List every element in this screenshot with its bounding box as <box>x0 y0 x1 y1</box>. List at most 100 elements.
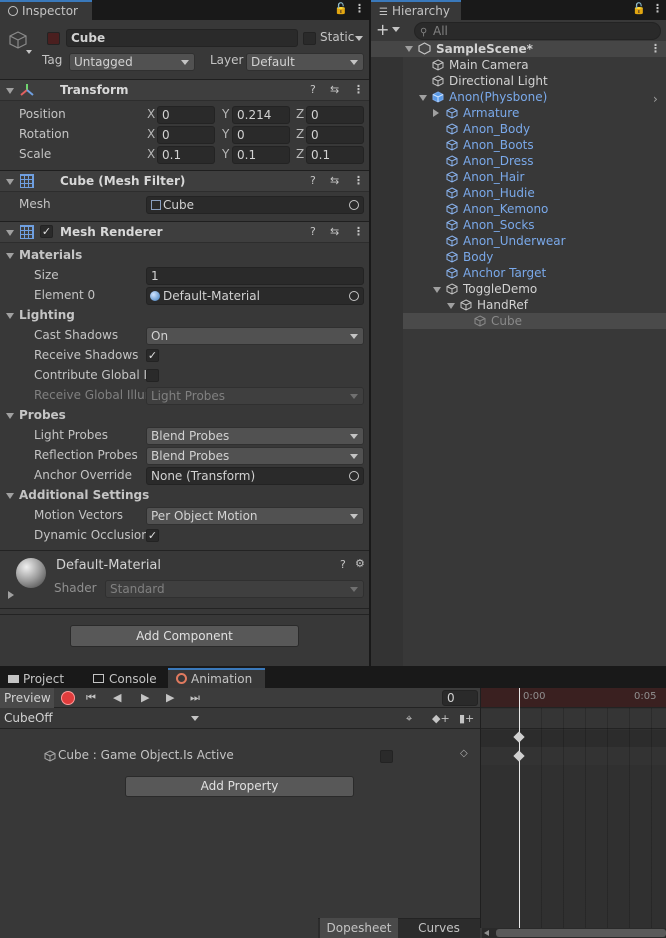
transform-x-field[interactable]: 0 <box>157 106 215 124</box>
last-keyframe-icon[interactable]: ⏭ <box>190 692 200 704</box>
hierarchy-item-anon-hair[interactable] <box>403 169 666 185</box>
hierarchy-fold-hand-ref[interactable] <box>447 303 455 309</box>
hierarchy-item-anon-boots[interactable] <box>403 137 666 153</box>
transform-x-field[interactable]: 0 <box>157 126 215 144</box>
frame-field[interactable]: 0 <box>442 690 478 706</box>
preset-icon[interactable]: ⇆ <box>330 84 339 96</box>
transform-z-field[interactable]: 0 <box>306 106 364 124</box>
first-keyframe-icon[interactable]: ⏮ <box>86 692 96 704</box>
keyframe-diamond-icon[interactable]: ◇ <box>460 748 468 759</box>
settings-gear-icon[interactable]: ⚙ <box>355 558 365 570</box>
component-menu-icon[interactable]: ⋮ <box>353 226 364 238</box>
hierarchy-fold-armature[interactable] <box>433 109 439 117</box>
contribute-gi-checkbox[interactable] <box>146 369 159 382</box>
static-checkbox[interactable] <box>303 32 316 45</box>
preset-icon[interactable]: ⇆ <box>330 175 339 187</box>
add-keyframe-icon[interactable]: ◆+ <box>432 713 450 725</box>
hierarchy-item-anon-dress[interactable] <box>403 153 666 169</box>
axis-label-z[interactable]: Z <box>296 147 304 161</box>
static-label[interactable]: Static <box>320 30 354 44</box>
material-fold[interactable] <box>8 591 14 599</box>
component-menu-icon[interactable]: ⋮ <box>353 84 364 96</box>
transform-z-field[interactable]: 0.1 <box>306 146 364 164</box>
reflection-probes-dropdown[interactable]: Blend Probes <box>146 447 364 465</box>
kebab-menu-icon[interactable]: ⋮ <box>354 3 365 15</box>
axis-label-x[interactable]: X <box>147 147 155 161</box>
tab-animation[interactable]: Animation <box>168 668 265 688</box>
axis-label-y[interactable]: Y <box>222 147 229 161</box>
probes-label[interactable]: Probes <box>19 408 66 422</box>
lighting-fold[interactable] <box>6 313 14 319</box>
scene-fold[interactable] <box>405 46 413 52</box>
filter-by-selection-icon[interactable]: ⌖ <box>406 713 412 725</box>
object-picker-icon[interactable] <box>349 291 359 301</box>
axis-label-z[interactable]: Z <box>296 107 304 121</box>
tab-hierarchy[interactable]: ☰ Hierarchy <box>371 0 461 20</box>
axis-label-z[interactable]: Z <box>296 127 304 141</box>
transform-header[interactable]: Transform ? ⇆ ⋮ <box>0 79 369 101</box>
probes-fold[interactable] <box>6 413 14 419</box>
light-probes-dropdown[interactable]: Blend Probes <box>146 427 364 445</box>
materials-fold[interactable] <box>6 253 14 259</box>
active-checkbox[interactable] <box>47 32 60 45</box>
static-dropdown-arrow[interactable] <box>355 36 363 41</box>
transform-y-field[interactable]: 0 <box>232 126 290 144</box>
kebab-menu-icon[interactable]: ⋮ <box>652 3 663 15</box>
add-component-button[interactable]: Add Component <box>70 625 299 647</box>
object-picker-icon[interactable] <box>349 200 359 210</box>
transform-z-field[interactable]: 0 <box>306 126 364 144</box>
mesh-renderer-header[interactable]: ✓ Mesh Renderer ? ⇆ ⋮ <box>0 221 369 243</box>
hierarchy-item-cube[interactable] <box>403 313 666 329</box>
transform-fold[interactable] <box>6 88 14 94</box>
lock-icon[interactable]: 🔓 <box>334 3 348 15</box>
tab-inspector[interactable]: Inspector <box>0 0 92 20</box>
motion-vectors-dropdown[interactable]: Per Object Motion <box>146 507 364 525</box>
chevron-right-icon[interactable]: › <box>653 92 658 106</box>
add-event-icon[interactable]: ▮+ <box>459 713 474 725</box>
element0-field[interactable]: Default-Material <box>146 287 364 305</box>
previous-keyframe-icon[interactable]: ◀︎ <box>113 692 121 704</box>
add-property-button[interactable]: Add Property <box>125 776 354 797</box>
lighting-label[interactable]: Lighting <box>19 308 75 322</box>
mesh-renderer-enabled-checkbox[interactable]: ✓ <box>40 225 53 238</box>
scrollbar-thumb[interactable] <box>496 929 666 937</box>
materials-label[interactable]: Materials <box>19 248 82 262</box>
tab-project[interactable]: Project <box>0 669 72 689</box>
icon-dropdown-arrow[interactable] <box>26 50 32 54</box>
mesh-filter-fold[interactable] <box>6 179 14 185</box>
create-button[interactable]: + <box>376 22 406 40</box>
axis-label-x[interactable]: X <box>147 127 155 141</box>
size-field[interactable]: 1 <box>146 267 364 285</box>
help-icon[interactable]: ? <box>310 175 316 187</box>
property-value-checkbox[interactable] <box>380 750 393 763</box>
transform-y-field[interactable]: 0.214 <box>232 106 290 124</box>
mesh-field[interactable]: Cube <box>146 196 364 214</box>
receive-shadows-checkbox[interactable]: ✓ <box>146 349 159 362</box>
layer-dropdown[interactable]: Default <box>246 53 364 71</box>
play-icon[interactable]: ▶︎ <box>141 692 149 704</box>
clip-dropdown[interactable]: CubeOff <box>0 710 204 728</box>
help-icon[interactable]: ? <box>310 226 316 238</box>
dopesheet-button[interactable]: Dopesheet <box>320 918 398 938</box>
playhead-line[interactable] <box>519 688 520 928</box>
mesh-filter-header[interactable]: Cube (Mesh Filter) ? ⇆ ⋮ <box>0 170 369 192</box>
dynamic-occlusion-checkbox[interactable]: ✓ <box>146 529 159 542</box>
axis-label-y[interactable]: Y <box>222 127 229 141</box>
additional-settings-fold[interactable] <box>6 493 14 499</box>
object-name-field[interactable]: Cube <box>66 29 298 47</box>
axis-label-y[interactable]: Y <box>222 107 229 121</box>
hierarchy-item-anon-body[interactable] <box>403 121 666 137</box>
tab-console[interactable]: Console <box>85 669 165 689</box>
lock-icon[interactable]: 🔓 <box>632 3 646 15</box>
hierarchy-item-hand-ref[interactable] <box>403 297 666 313</box>
hierarchy-item-body[interactable] <box>403 249 666 265</box>
object-picker-icon[interactable] <box>349 471 359 481</box>
transform-x-field[interactable]: 0.1 <box>157 146 215 164</box>
hierarchy-fold-anon-physbone[interactable] <box>419 95 427 101</box>
transform-y-field[interactable]: 0.1 <box>232 146 290 164</box>
mesh-renderer-fold[interactable] <box>6 230 14 236</box>
preview-button[interactable]: Preview <box>0 688 54 708</box>
preset-icon[interactable]: ⇆ <box>330 226 339 238</box>
timeline-area[interactable]: 0:00 0:05 <box>480 688 666 928</box>
hierarchy-search-input[interactable]: ⚲ All <box>414 22 661 40</box>
